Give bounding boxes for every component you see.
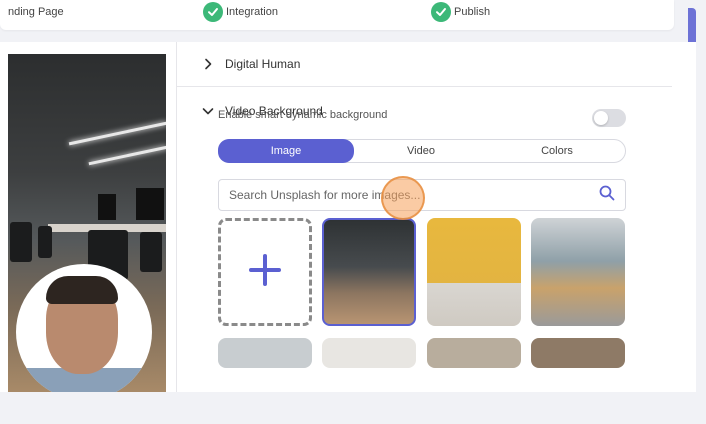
background-thumbnail-selected[interactable]	[322, 218, 416, 326]
step-label: Integration	[226, 6, 278, 18]
step-label: Publish	[454, 6, 491, 18]
tab-image[interactable]: Image	[218, 139, 354, 163]
step-bar: nding Page Integration Publish	[0, 0, 674, 30]
smart-background-toggle[interactable]	[592, 109, 626, 127]
search-input[interactable]	[229, 188, 599, 202]
monitor	[98, 194, 116, 220]
check-circle-icon	[431, 2, 451, 22]
chair	[140, 232, 162, 272]
upload-image-button[interactable]	[218, 218, 312, 326]
background-type-tabs: Image Video Colors	[218, 139, 626, 163]
background-thumbnail[interactable]	[531, 338, 625, 368]
step-publish[interactable]: Publish	[431, 0, 490, 24]
background-thumbnail[interactable]	[218, 338, 312, 368]
step-integration[interactable]: Integration	[203, 0, 278, 24]
plus-icon	[248, 253, 282, 292]
background-thumbnail[interactable]	[427, 338, 521, 368]
background-thumbnail[interactable]	[427, 218, 521, 326]
check-circle-icon	[203, 2, 223, 22]
monitor	[136, 188, 164, 220]
search-icon[interactable]	[599, 185, 615, 206]
chevron-right-icon	[199, 55, 217, 73]
toggle-knob	[594, 111, 608, 125]
digital-human-avatar	[16, 264, 152, 392]
ceiling-light	[68, 121, 166, 146]
section-digital-human[interactable]: Digital Human	[177, 42, 672, 87]
ceiling-light	[88, 145, 166, 166]
tab-colors[interactable]: Colors	[489, 140, 625, 162]
background-thumbnail[interactable]	[531, 218, 625, 326]
chair	[38, 226, 52, 258]
chevron-down-icon	[199, 102, 217, 120]
unsplash-search	[218, 179, 626, 211]
page-footer-area	[0, 392, 706, 424]
step-label: nding Page	[8, 6, 64, 18]
video-preview	[8, 54, 166, 392]
smart-background-label: Enable smart dynamic background	[218, 109, 388, 121]
tab-video[interactable]: Video	[353, 140, 489, 162]
background-thumbnail[interactable]	[322, 338, 416, 368]
section-title: Digital Human	[225, 57, 301, 71]
step-landing-page[interactable]: nding Page	[8, 0, 64, 24]
chair	[10, 222, 32, 262]
